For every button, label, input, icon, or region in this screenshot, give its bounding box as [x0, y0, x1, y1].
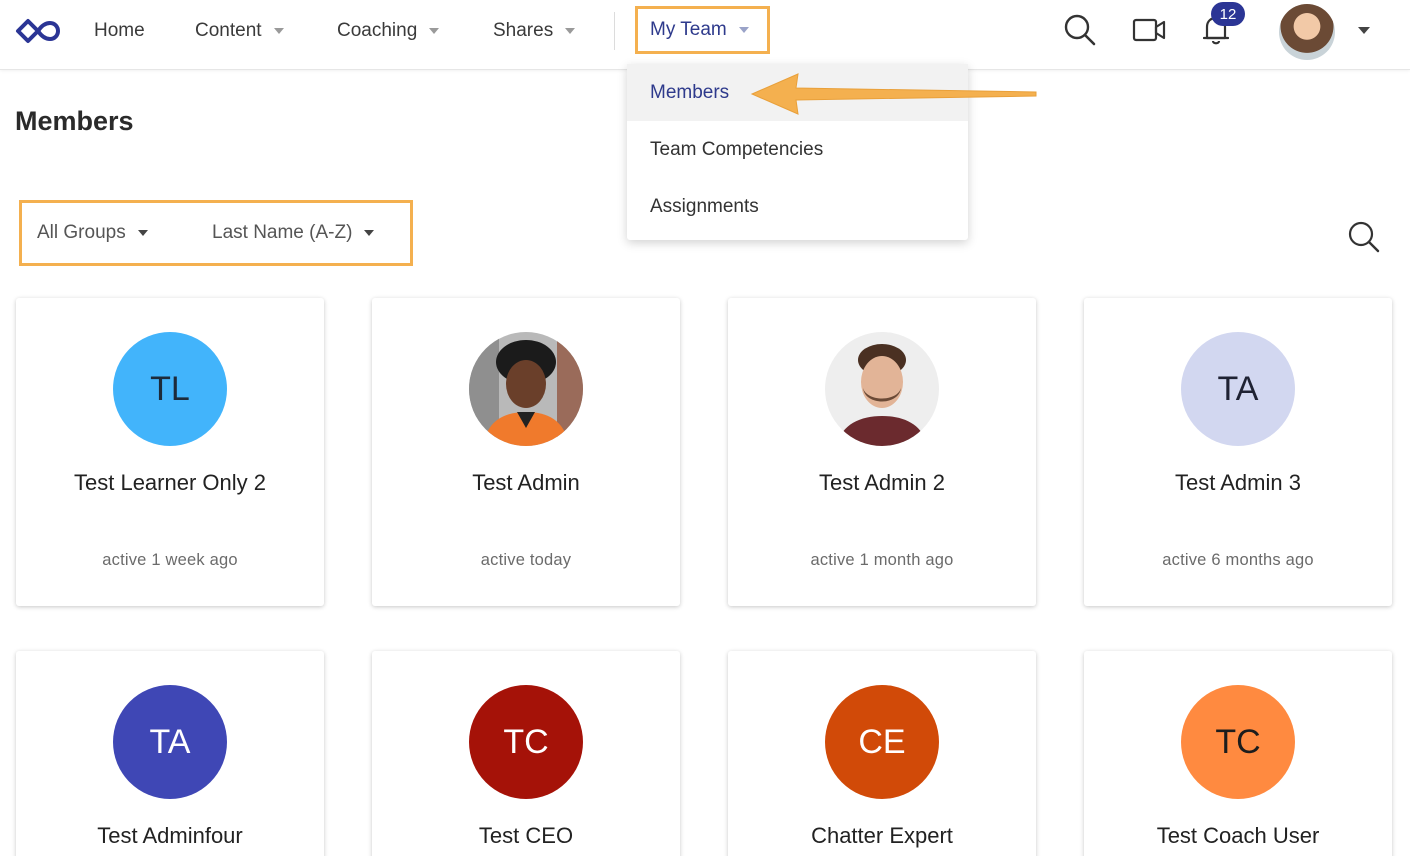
member-status: active today	[480, 551, 572, 569]
member-name: Test Admin	[472, 470, 580, 495]
member-status: active 6 months ago	[1162, 551, 1314, 569]
avatar: TA	[1181, 332, 1295, 446]
filter-bar: All Groups Last Name (A-Z)	[19, 200, 413, 266]
avatar-initials: CE	[858, 722, 906, 761]
nav-my-team[interactable]: My Team	[635, 6, 770, 54]
member-card[interactable]: Test Admin active today	[372, 298, 680, 606]
person-photo-icon	[469, 332, 583, 446]
chevron-down-icon	[429, 28, 440, 34]
member-card[interactable]: TC Test Coach User	[1084, 651, 1392, 856]
group-filter-value: All Groups	[37, 222, 126, 243]
member-name: Test Adminfour	[97, 823, 243, 848]
search-icon[interactable]	[1063, 13, 1097, 47]
avatar: TC	[1181, 685, 1295, 799]
nav-shares-label: Shares	[493, 20, 554, 41]
menu-item-label: Assignments	[650, 195, 759, 217]
member-card[interactable]: TA Test Adminfour	[16, 651, 324, 856]
avatar-initials: TC	[503, 722, 549, 761]
avatar	[469, 332, 583, 446]
chevron-down-icon[interactable]	[1358, 27, 1370, 34]
member-card[interactable]: TC Test CEO	[372, 651, 680, 856]
sort-value: Last Name (A-Z)	[212, 222, 353, 243]
avatar-initials: TA	[149, 722, 191, 761]
avatar: TA	[113, 685, 227, 799]
sort-dropdown[interactable]: Last Name (A-Z)	[212, 203, 375, 263]
member-name: Test Admin 3	[1175, 470, 1301, 495]
top-navigation-bar: Home Content Coaching Shares My Team 12	[0, 0, 1410, 70]
member-name: Chatter Expert	[811, 823, 953, 848]
avatar	[825, 332, 939, 446]
chevron-down-icon	[738, 27, 749, 33]
member-card[interactable]: CE Chatter Expert	[728, 651, 1036, 856]
menu-item-assignments[interactable]: Assignments	[627, 178, 968, 235]
avatar-initials: TC	[1215, 722, 1261, 761]
nav-coaching[interactable]: Coaching	[337, 0, 440, 62]
chevron-down-icon	[137, 230, 148, 236]
member-card[interactable]: TA Test Admin 3 active 6 months ago	[1084, 298, 1392, 606]
nav-home[interactable]: Home	[94, 0, 145, 62]
group-filter-dropdown[interactable]: All Groups	[37, 203, 148, 263]
chevron-down-icon	[565, 28, 576, 34]
person-photo-icon	[825, 332, 939, 446]
annotation-arrow-icon	[750, 73, 1037, 115]
infinity-logo-icon[interactable]	[14, 17, 62, 45]
menu-item-label: Members	[650, 81, 730, 103]
avatar: TL	[113, 332, 227, 446]
page-title: Members	[15, 106, 134, 136]
notification-badge: 12	[1211, 2, 1245, 26]
member-name: Test Learner Only 2	[74, 470, 266, 495]
avatar: TC	[469, 685, 583, 799]
nav-my-team-label: My Team	[650, 19, 727, 40]
chevron-down-icon	[273, 28, 284, 34]
user-avatar[interactable]	[1279, 4, 1335, 60]
avatar-initials: TA	[1217, 369, 1259, 408]
member-card[interactable]: TL Test Learner Only 2 active 1 week ago	[16, 298, 324, 606]
nav-content[interactable]: Content	[195, 0, 284, 62]
avatar: CE	[825, 685, 939, 799]
nav-coaching-label: Coaching	[337, 20, 418, 41]
video-camera-icon[interactable]	[1132, 17, 1166, 43]
member-name: Test CEO	[478, 823, 574, 848]
member-status: active 1 week ago	[102, 551, 238, 569]
nav-content-label: Content	[195, 20, 262, 41]
menu-item-label: Team Competencies	[650, 138, 824, 160]
member-card[interactable]: Test Admin 2 active 1 month ago	[728, 298, 1036, 606]
menu-item-team-competencies[interactable]: Team Competencies	[627, 121, 968, 178]
search-icon[interactable]	[1347, 220, 1381, 254]
nav-divider	[614, 12, 615, 50]
member-status: active 1 month ago	[810, 551, 954, 569]
chevron-down-icon	[364, 230, 375, 236]
member-name: Test Coach User	[1156, 823, 1320, 848]
avatar-initials: TL	[150, 369, 190, 408]
nav-home-label: Home	[94, 20, 145, 41]
member-name: Test Admin 2	[819, 470, 945, 495]
nav-shares[interactable]: Shares	[493, 0, 576, 62]
